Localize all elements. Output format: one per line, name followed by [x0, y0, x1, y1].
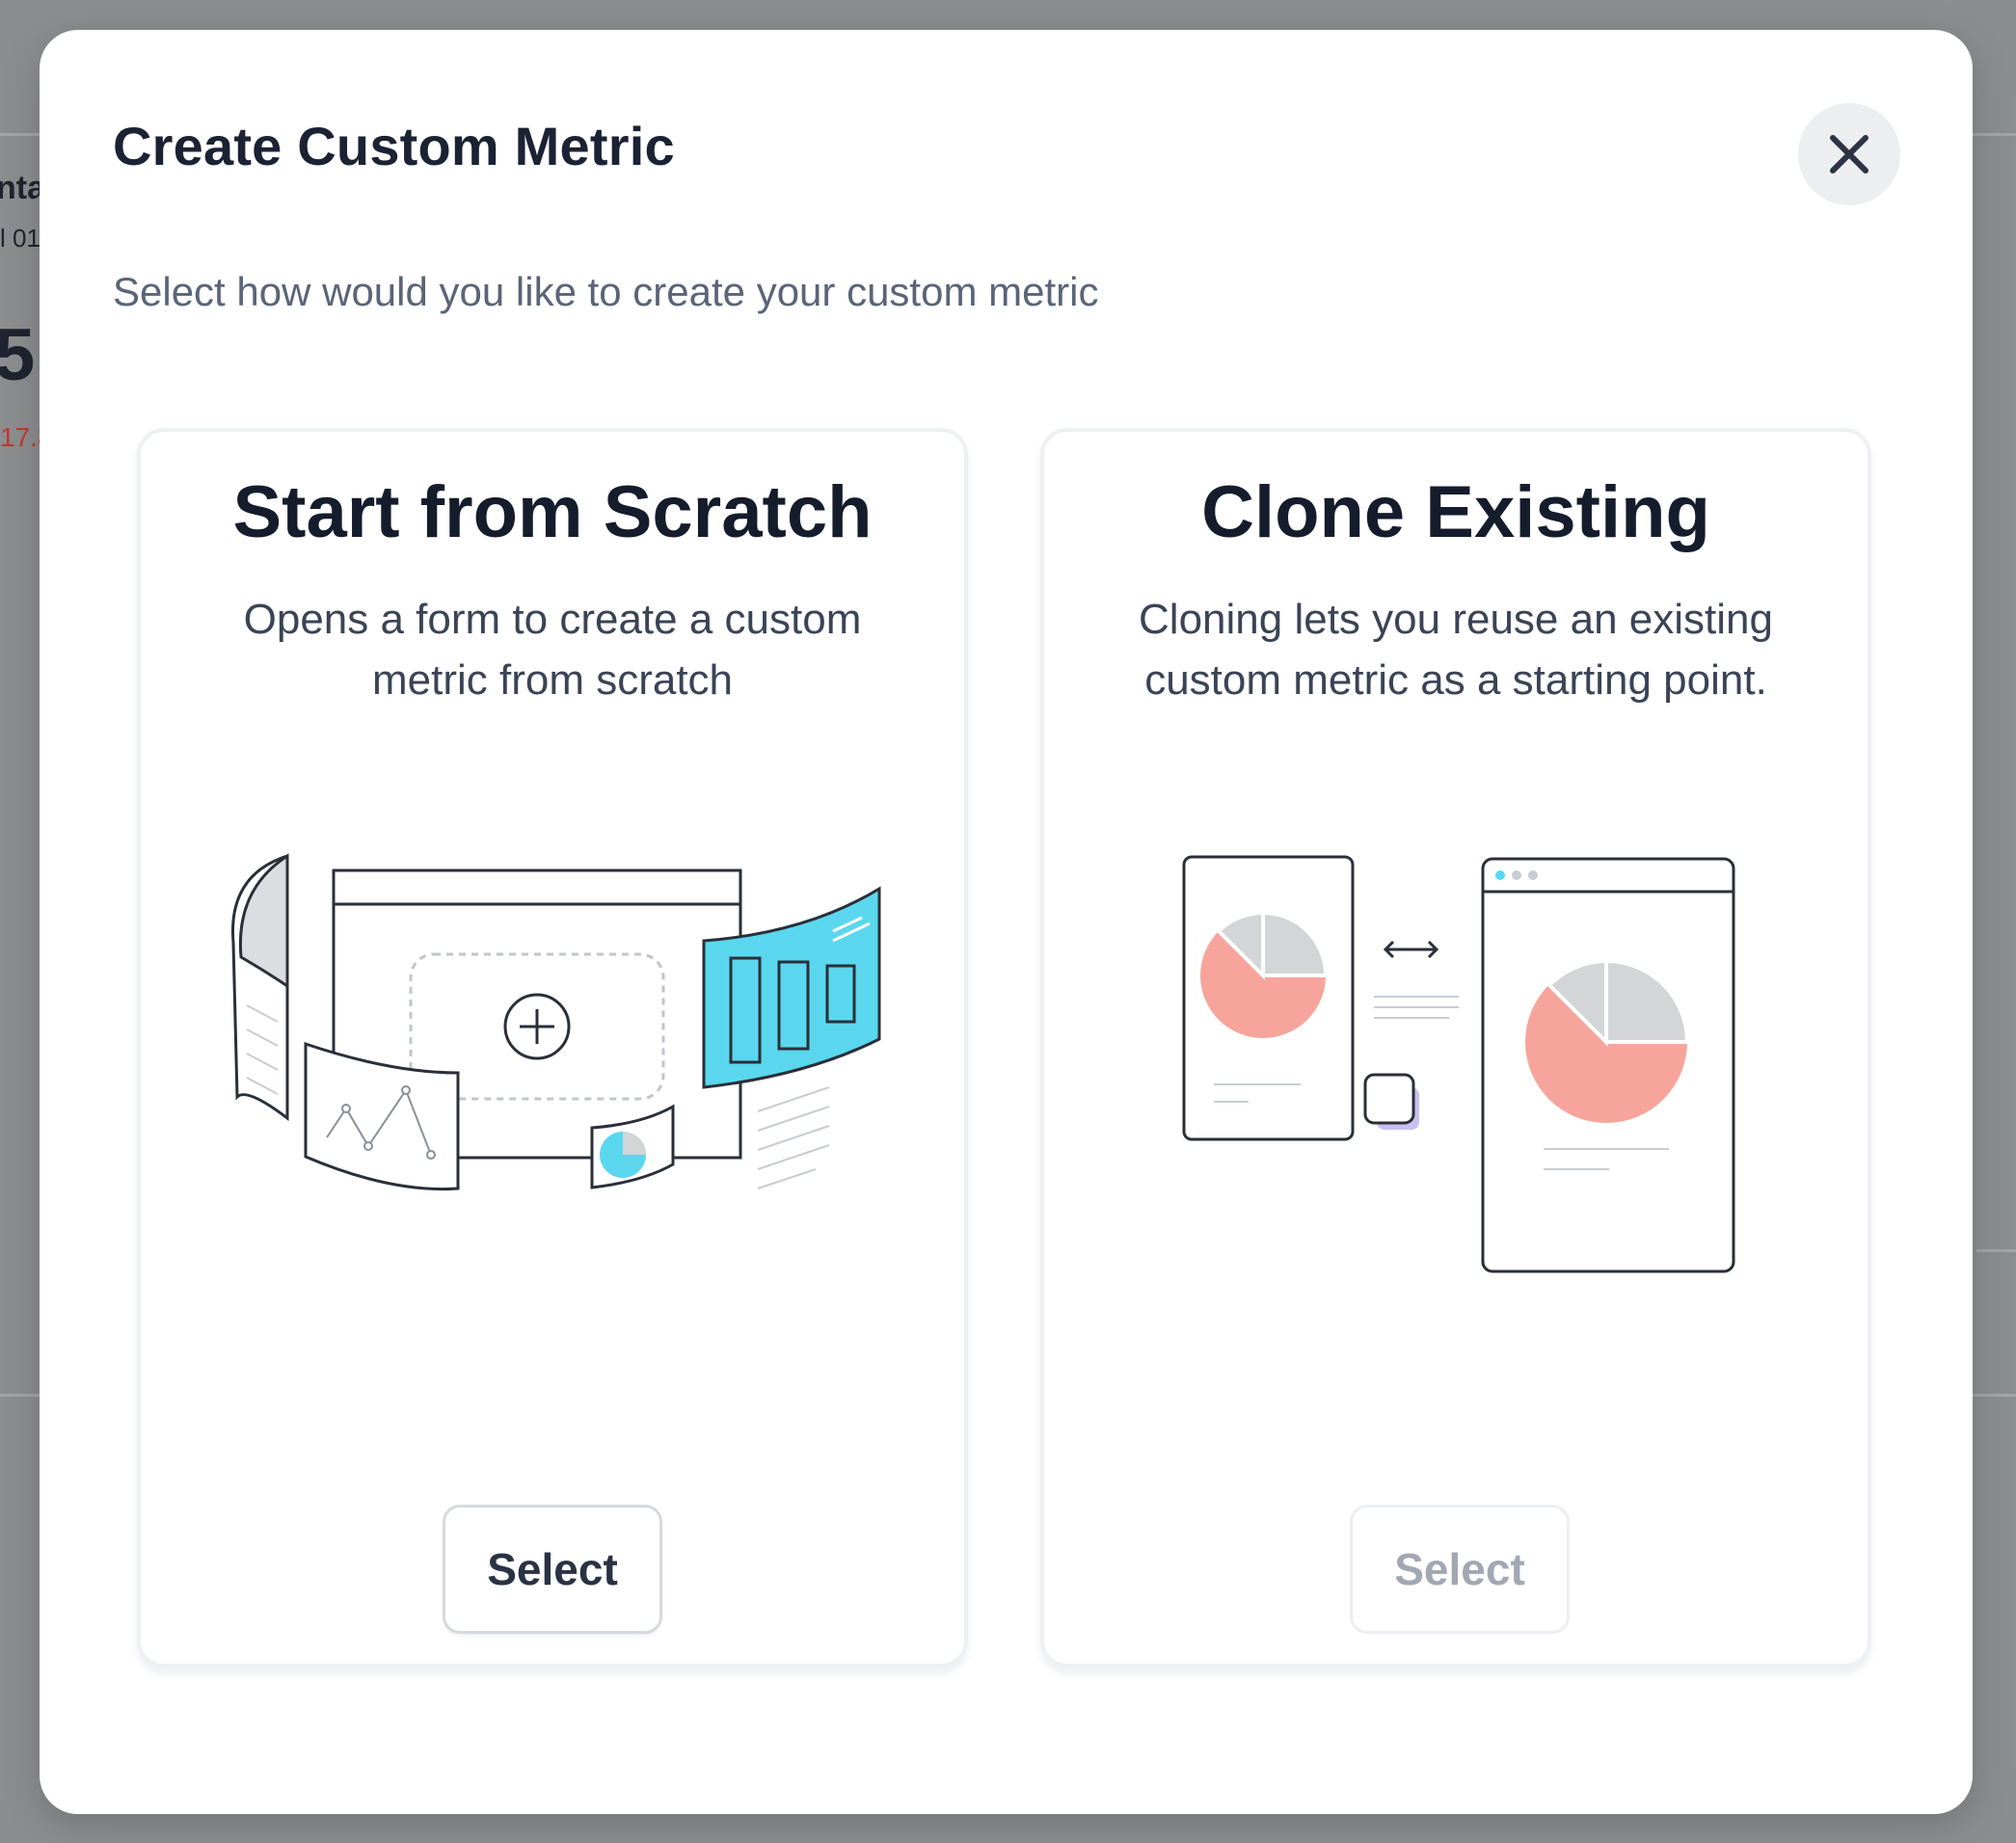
dialog-subtitle: Select how would you like to create your…: [113, 269, 1099, 314]
select-clone-existing-button[interactable]: Select: [1350, 1505, 1570, 1634]
select-start-from-scratch-button[interactable]: Select: [443, 1505, 662, 1634]
create-custom-metric-dialog: Create Custom Metric Select how would yo…: [40, 30, 1973, 1814]
option-card-clone-existing[interactable]: Clone Existing Cloning lets you reuse an…: [1040, 428, 1871, 1668]
background-divider: [1976, 1249, 2016, 1252]
background-text-fragment: 5: [0, 314, 36, 396]
option-card-start-from-scratch[interactable]: Start from Scratch Opens a form to creat…: [137, 428, 968, 1668]
dialog-title: Create Custom Metric: [113, 116, 675, 176]
clone-illustration-icon: [1182, 855, 1735, 1273]
close-icon: [1830, 135, 1868, 174]
background-text-fragment: nta: [0, 170, 45, 206]
scratch-illustration-icon: [230, 853, 881, 1191]
close-button[interactable]: [1798, 103, 1900, 205]
